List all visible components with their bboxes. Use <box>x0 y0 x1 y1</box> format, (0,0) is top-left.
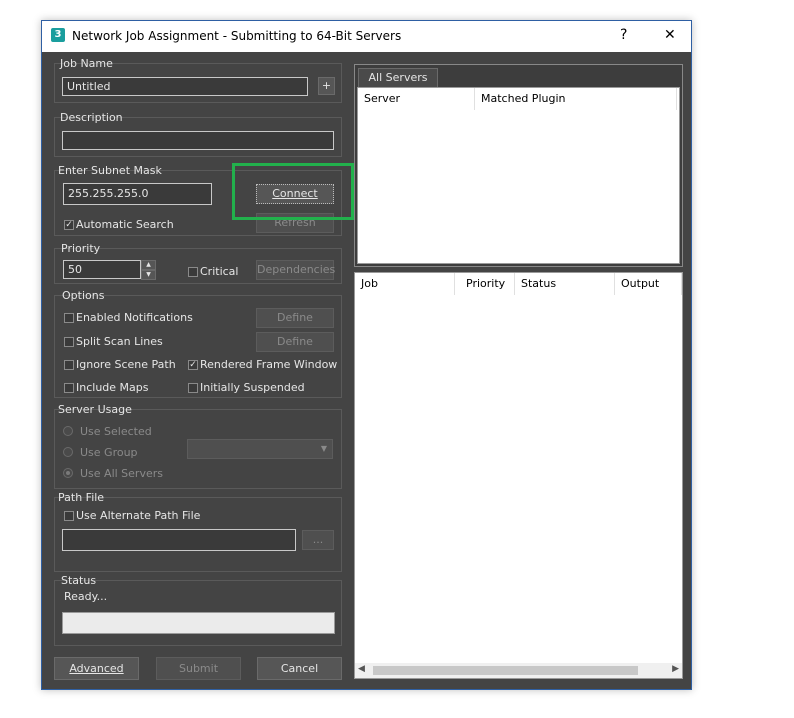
priority-up-arrow-icon[interactable]: ▲ <box>141 260 156 270</box>
critical-label: Critical <box>200 265 239 278</box>
scroll-right-icon[interactable]: ▶ <box>672 664 679 674</box>
job-column-header[interactable]: Job <box>355 273 455 295</box>
network-job-assignment-window: 3 Network Job Assignment - Submitting to… <box>41 20 692 690</box>
scroll-left-icon[interactable]: ◀ <box>358 664 365 674</box>
priority-down-arrow-icon[interactable]: ▼ <box>141 270 156 280</box>
priority-input[interactable]: 50 <box>63 260 141 279</box>
3dsmax-app-icon: 3 <box>51 28 65 42</box>
initially-suspended-label: Initially Suspended <box>200 381 305 394</box>
description-label: Description <box>60 111 123 124</box>
options-label: Options <box>62 289 105 302</box>
server-column-header[interactable]: Server <box>358 88 475 110</box>
use-alternate-path-label: Use Alternate Path File <box>76 509 201 522</box>
scrollbar-thumb[interactable] <box>373 666 638 675</box>
window-title: Network Job Assignment - Submitting to 6… <box>72 29 402 43</box>
alternate-path-input[interactable] <box>62 529 296 551</box>
jobs-list[interactable]: Job Priority Status Output ◀ ▶ <box>354 272 683 679</box>
use-all-servers-radio[interactable] <box>63 468 73 478</box>
use-group-radio[interactable] <box>63 447 73 457</box>
dependencies-button[interactable]: Dependencies <box>256 260 335 280</box>
path-file-label: Path File <box>58 491 105 504</box>
include-maps-label: Include Maps <box>76 381 149 394</box>
status-column-header[interactable]: Status <box>515 273 615 295</box>
ignore-scene-path-label: Ignore Scene Path <box>76 358 176 371</box>
enabled-notifications-label: Enabled Notifications <box>76 311 193 324</box>
use-group-label: Use Group <box>80 446 138 459</box>
enabled-notifications-checkbox[interactable] <box>64 313 74 323</box>
automatic-search-label: Automatic Search <box>76 218 174 231</box>
close-icon[interactable]: ✕ <box>664 27 676 43</box>
browse-path-button[interactable]: ... <box>302 530 334 550</box>
priority-column-header[interactable]: Priority <box>460 273 515 295</box>
define-scan-lines-button[interactable]: Define <box>256 332 334 352</box>
automatic-search-checkbox[interactable]: ✓ <box>64 220 74 230</box>
status-label: Status <box>61 574 97 587</box>
use-selected-radio[interactable] <box>63 426 73 436</box>
job-name-input[interactable]: Untitled <box>62 77 308 96</box>
job-name-label: Job Name <box>60 57 113 70</box>
cancel-button[interactable]: Cancel <box>257 657 342 680</box>
status-text: Ready... <box>64 590 108 603</box>
title-bar: 3 Network Job Assignment - Submitting to… <box>42 21 691 52</box>
subnet-mask-input[interactable]: 255.255.255.0 <box>63 183 212 205</box>
rendered-frame-window-checkbox[interactable]: ✓ <box>188 360 198 370</box>
status-progress-bar <box>62 612 335 634</box>
advanced-button-label: Advanced <box>69 662 124 675</box>
group-dropdown[interactable]: ▼ <box>187 439 333 459</box>
tab-all-servers[interactable]: All Servers <box>358 68 438 87</box>
server-usage-label: Server Usage <box>58 403 132 416</box>
submit-button[interactable]: Submit <box>156 657 241 680</box>
help-button[interactable]: ? <box>620 27 627 43</box>
include-maps-checkbox[interactable] <box>64 383 74 393</box>
split-scan-lines-label: Split Scan Lines <box>76 335 163 348</box>
add-job-name-button[interactable]: + <box>318 77 335 95</box>
use-alternate-path-checkbox[interactable] <box>64 511 74 521</box>
chevron-down-icon: ▼ <box>320 444 327 453</box>
advanced-button[interactable]: Advanced <box>54 657 139 680</box>
rendered-frame-window-label: Rendered Frame Window <box>200 358 338 371</box>
matched-plugin-column-header[interactable]: Matched Plugin <box>475 88 677 110</box>
ignore-scene-path-checkbox[interactable] <box>64 360 74 370</box>
critical-checkbox[interactable] <box>188 267 198 277</box>
use-selected-label: Use Selected <box>80 425 152 438</box>
initially-suspended-checkbox[interactable] <box>188 383 198 393</box>
description-input[interactable] <box>62 131 334 150</box>
subnet-label: Enter Subnet Mask <box>58 164 162 177</box>
priority-label: Priority <box>61 242 101 255</box>
servers-list[interactable]: Server Matched Plugin <box>357 87 680 264</box>
output-column-header[interactable]: Output <box>615 273 682 295</box>
define-notifications-button[interactable]: Define <box>256 308 334 328</box>
horizontal-scrollbar[interactable]: ◀ ▶ <box>355 663 682 678</box>
use-all-servers-label: Use All Servers <box>80 467 163 480</box>
split-scan-lines-checkbox[interactable] <box>64 337 74 347</box>
connect-highlight-box <box>232 163 354 220</box>
